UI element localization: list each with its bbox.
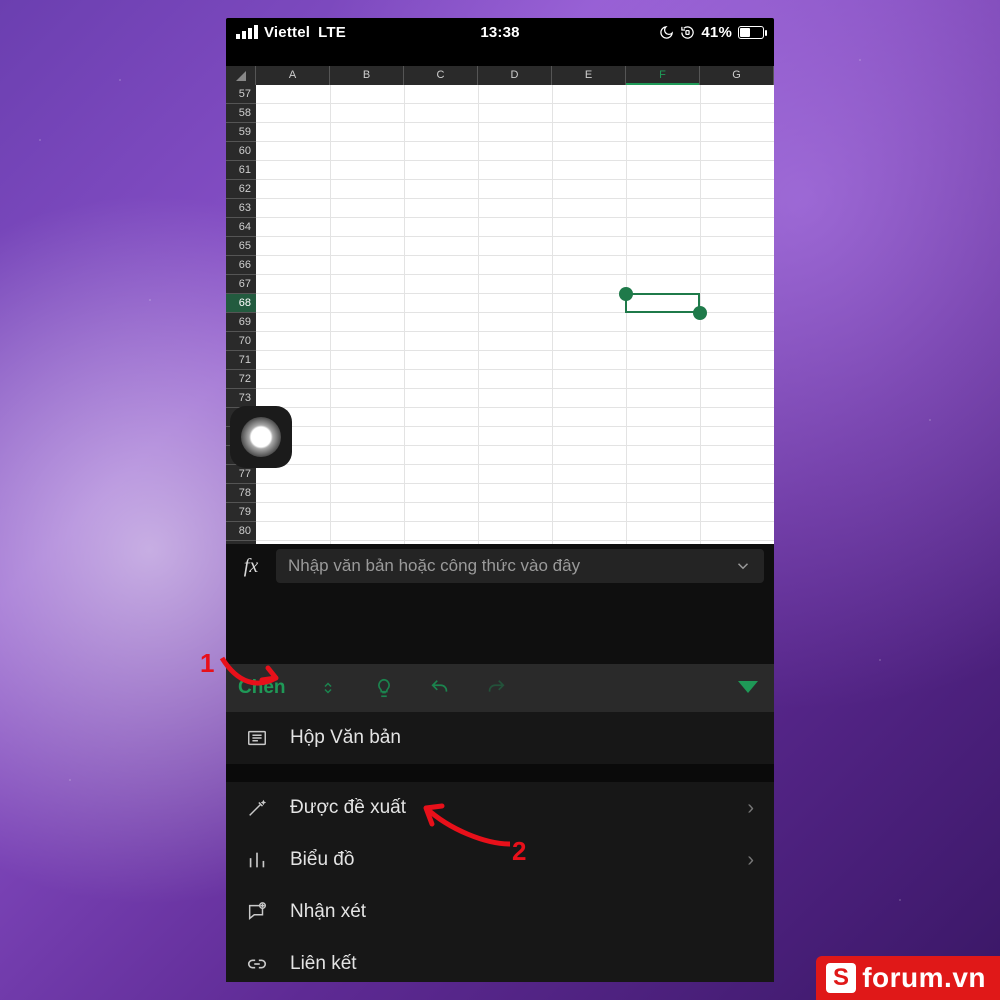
undo-icon[interactable] (426, 674, 454, 702)
row-header-cell[interactable]: 58 (226, 104, 256, 123)
menu-item-textbox[interactable]: Hộp Văn bản (226, 712, 774, 764)
lightbulb-icon[interactable] (370, 674, 398, 702)
row-header-cell[interactable]: 72 (226, 370, 256, 389)
assistive-touch-button[interactable] (230, 406, 292, 468)
row-header-cell[interactable]: 61 (226, 161, 256, 180)
ribbon-bar: Chèn (226, 664, 774, 712)
row-header-cell[interactable]: 62 (226, 180, 256, 199)
moon-icon (659, 25, 674, 40)
menu-label: Hộp Văn bản (290, 727, 401, 749)
spreadsheet-area[interactable]: ABCDEFG 57585960616263646566676869707172… (226, 66, 774, 544)
row-header-cell[interactable]: 71 (226, 351, 256, 370)
row-header-cell[interactable]: 63 (226, 199, 256, 218)
battery-icon (738, 26, 764, 39)
row-header[interactable]: 5758596061626364656667686970717273747576… (226, 85, 256, 544)
watermark-text: forum.vn (862, 962, 986, 994)
row-header-cell[interactable]: 65 (226, 237, 256, 256)
chart-icon (246, 849, 272, 871)
chevron-down-icon[interactable] (734, 557, 752, 575)
row-header-cell[interactable]: 67 (226, 275, 256, 294)
formula-placeholder: Nhập văn bản hoặc công thức vào đây (288, 556, 580, 576)
battery-pct: 41% (701, 24, 732, 41)
orientation-lock-icon (680, 25, 695, 40)
column-header-cell[interactable]: F (626, 66, 700, 85)
comment-icon (246, 901, 272, 923)
column-header-cell[interactable]: A (256, 66, 330, 85)
watermark-logo: S forum.vn (816, 956, 1000, 1000)
column-header-cell[interactable]: D (478, 66, 552, 85)
row-header-cell[interactable]: 69 (226, 313, 256, 332)
textbox-icon (246, 727, 272, 749)
collapse-ribbon-icon[interactable] (734, 674, 762, 702)
formula-input[interactable]: Nhập văn bản hoặc công thức vào đây (276, 549, 764, 583)
menu-label: Biểu đồ (290, 849, 354, 871)
column-header-cell[interactable]: B (330, 66, 404, 85)
row-header-cell[interactable]: 79 (226, 503, 256, 522)
link-icon (246, 953, 272, 975)
row-header-cell[interactable]: 60 (226, 142, 256, 161)
menu-label: Liên kết (290, 953, 357, 975)
status-bar: Viettel LTE 13:38 41% (226, 18, 774, 46)
row-header-cell[interactable]: 59 (226, 123, 256, 142)
menu-item-link[interactable]: Liên kết (226, 938, 774, 990)
select-all-corner[interactable] (226, 66, 256, 85)
column-header-cell[interactable]: G (700, 66, 774, 85)
row-header-cell[interactable]: 66 (226, 256, 256, 275)
cell-selection[interactable] (625, 293, 700, 313)
magic-wand-icon (246, 797, 272, 819)
menu-label: Nhận xét (290, 901, 366, 923)
row-header-cell[interactable]: 68 (226, 294, 256, 313)
column-header-cell[interactable]: C (404, 66, 478, 85)
row-header-cell[interactable]: 78 (226, 484, 256, 503)
fx-label: fx (226, 555, 276, 578)
chevron-right-icon: › (747, 849, 754, 872)
menu-label: Được đề xuất (290, 797, 406, 819)
row-header-cell[interactable]: 57 (226, 85, 256, 104)
watermark-badge: S (826, 963, 856, 993)
menu-item-comment[interactable]: Nhận xét (226, 886, 774, 938)
selection-handle[interactable] (693, 306, 707, 320)
row-header-cell[interactable]: 80 (226, 522, 256, 541)
annotation-1: 1 (200, 648, 214, 679)
cells-canvas[interactable] (256, 85, 774, 544)
formula-bar: fx Nhập văn bản hoặc công thức vào đây (226, 544, 774, 664)
tab-switcher-icon[interactable] (314, 674, 342, 702)
row-header-cell[interactable]: 70 (226, 332, 256, 351)
redo-icon[interactable] (482, 674, 510, 702)
column-header[interactable]: ABCDEFG (226, 66, 774, 85)
row-header-cell[interactable]: 64 (226, 218, 256, 237)
selection-handle[interactable] (619, 287, 633, 301)
chevron-right-icon: › (747, 797, 754, 820)
column-header-cell[interactable]: E (552, 66, 626, 85)
